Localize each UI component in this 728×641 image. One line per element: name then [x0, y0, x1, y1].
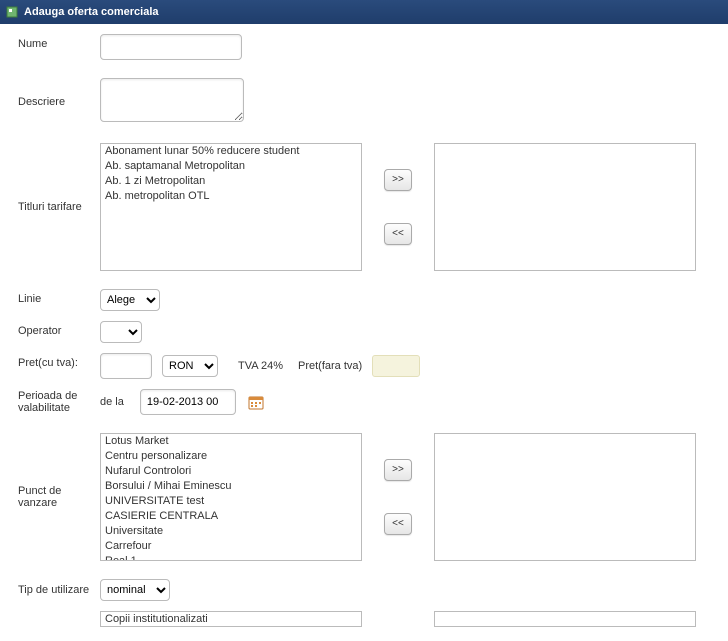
- last-section-selected-list[interactable]: [434, 611, 696, 627]
- list-item[interactable]: Copii institutionalizati: [101, 612, 361, 627]
- row-titluri-tarifare: Titluri tarifare Abonament lunar 50% red…: [18, 143, 710, 271]
- last-section-transfer: Copii institutionalizati: [100, 611, 696, 631]
- row-linie: Linie Alege: [18, 289, 710, 311]
- label-linie: Linie: [18, 289, 100, 305]
- last-section-available-list[interactable]: Copii institutionalizati: [100, 611, 362, 627]
- nume-input[interactable]: [100, 34, 242, 60]
- label-titluri-tarifare: Titluri tarifare: [18, 201, 100, 213]
- operator-select[interactable]: [100, 321, 142, 343]
- label-last-section: [18, 611, 100, 615]
- label-descriere: Descriere: [18, 96, 100, 108]
- punct-vanzare-transfer: Lotus MarketCentru personalizareNufarul …: [100, 433, 696, 561]
- tip-utilizare-select[interactable]: nominal: [100, 579, 170, 601]
- window-icon: [6, 6, 18, 18]
- window-titlebar: Adauga oferta comerciala: [0, 0, 728, 24]
- punct-vanzare-available-list[interactable]: Lotus MarketCentru personalizareNufarul …: [100, 433, 362, 561]
- titluri-move-right-button[interactable]: >>: [384, 169, 412, 191]
- list-item[interactable]: Abonament lunar 50% reducere student: [101, 144, 361, 159]
- label-pret-fara-tva: Pret(fara tva): [298, 360, 362, 372]
- perioada-de-la-input[interactable]: [140, 389, 236, 415]
- linie-select[interactable]: Alege: [100, 289, 160, 311]
- row-descriere: Descriere: [18, 78, 710, 125]
- punct-vanzare-move-left-button[interactable]: <<: [384, 513, 412, 535]
- list-item[interactable]: Carrefour: [101, 539, 361, 554]
- list-item[interactable]: Ab. saptamanal Metropolitan: [101, 159, 361, 174]
- row-pret: Pret(cu tva): RON TVA 24% Pret(fara tva): [18, 353, 710, 379]
- currency-select[interactable]: RON: [162, 355, 218, 377]
- window-title: Adauga oferta comerciala: [24, 6, 159, 18]
- titluri-move-left-button[interactable]: <<: [384, 223, 412, 245]
- row-last-section: Copii institutionalizati: [18, 611, 710, 631]
- label-nume: Nume: [18, 34, 100, 50]
- label-punct-vanzare: Punct de vanzare: [18, 485, 100, 509]
- dialog-add-commercial-offer: Adauga oferta comerciala Nume Descriere …: [0, 0, 728, 641]
- list-item[interactable]: Ab. metropolitan OTL: [101, 189, 361, 204]
- label-tva: TVA 24%: [238, 360, 288, 372]
- list-item[interactable]: Real 1: [101, 554, 361, 561]
- pret-fara-tva-readonly: [372, 355, 420, 377]
- titluri-available-list[interactable]: Abonament lunar 50% reducere studentAb. …: [100, 143, 362, 271]
- list-item[interactable]: Centru personalizare: [101, 449, 361, 464]
- titluri-selected-list[interactable]: [434, 143, 696, 271]
- list-item[interactable]: Ab. 1 zi Metropolitan: [101, 174, 361, 189]
- row-punct-vanzare: Punct de vanzare Lotus MarketCentru pers…: [18, 433, 710, 561]
- descriere-textarea[interactable]: [100, 78, 244, 122]
- label-perioada: Perioada de valabilitate: [18, 390, 100, 414]
- list-item[interactable]: Borsului / Mihai Eminescu: [101, 479, 361, 494]
- label-de-la: de la: [100, 396, 124, 408]
- label-tip-utilizare: Tip de utilizare: [18, 584, 100, 596]
- calendar-icon[interactable]: [248, 394, 264, 410]
- punct-vanzare-selected-list[interactable]: [434, 433, 696, 561]
- row-tip-utilizare: Tip de utilizare nominal: [18, 579, 710, 601]
- label-pret-cu-tva: Pret(cu tva):: [18, 353, 100, 369]
- label-operator: Operator: [18, 321, 100, 337]
- pret-cu-tva-input[interactable]: [100, 353, 152, 379]
- list-item[interactable]: UNIVERSITATE test: [101, 494, 361, 509]
- list-item[interactable]: Universitate: [101, 524, 361, 539]
- titluri-transfer: Abonament lunar 50% reducere studentAb. …: [100, 143, 696, 271]
- row-nume: Nume: [18, 34, 710, 60]
- form-body: Nume Descriere Titluri tarifare Abonamen…: [0, 24, 728, 641]
- punct-vanzare-move-right-button[interactable]: >>: [384, 459, 412, 481]
- row-operator: Operator: [18, 321, 710, 343]
- list-item[interactable]: Nufarul Controlori: [101, 464, 361, 479]
- list-item[interactable]: Lotus Market: [101, 434, 361, 449]
- row-perioada: Perioada de valabilitate de la: [18, 389, 710, 415]
- list-item[interactable]: CASIERIE CENTRALA: [101, 509, 361, 524]
